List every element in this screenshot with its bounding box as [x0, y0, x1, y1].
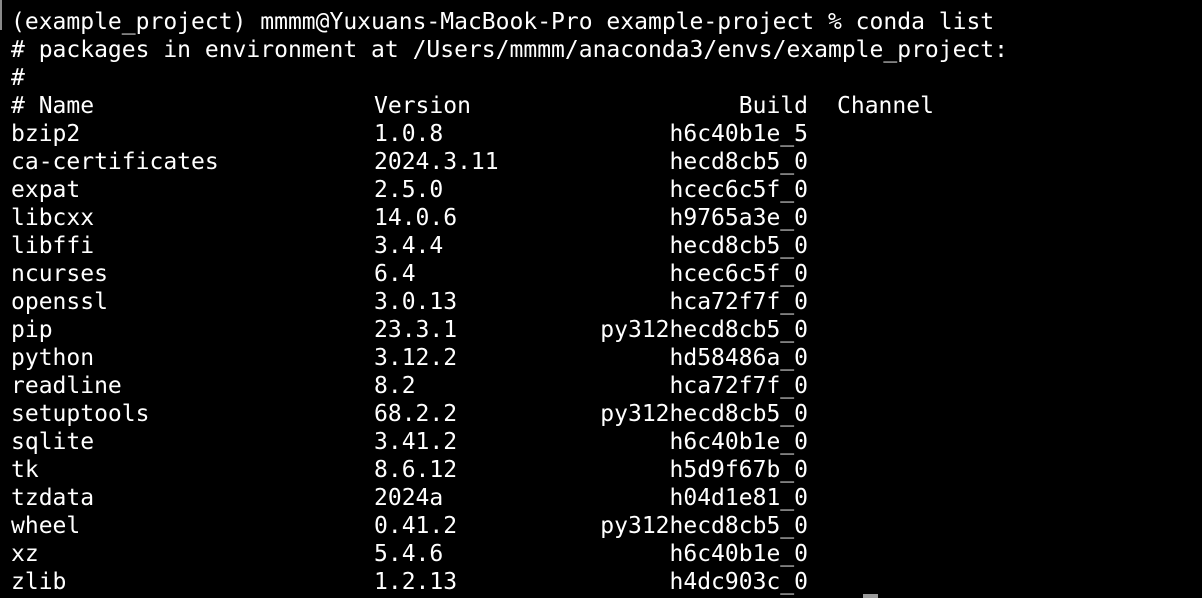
package-build: hca72f7f_0 — [669, 289, 808, 315]
package-version: 3.12.2 — [374, 345, 458, 371]
package-version: 68.2.2 — [374, 401, 458, 427]
header-build: Build — [738, 93, 808, 119]
table-header: # Name Version Build Channel — [11, 92, 1202, 120]
package-version: 3.41.2 — [374, 429, 458, 455]
package-name: expat — [11, 177, 81, 203]
package-name: python — [11, 345, 95, 371]
package-version: 8.2 — [374, 373, 416, 399]
package-name: ca-certificates — [11, 149, 219, 175]
prompt-line: (example_project) mmmm@Yuxuans-MacBook-P… — [11, 9, 995, 35]
package-name: readline — [11, 373, 122, 399]
table-row: expat 2.5.0 hcec6c5f_0 — [11, 176, 1202, 204]
package-version: 23.3.1 — [374, 317, 458, 343]
package-name: openssl — [11, 289, 108, 315]
package-version: 14.0.6 — [374, 205, 458, 231]
package-build: h04d1e81_0 — [669, 485, 808, 511]
table-row: tk 8.6.12 h5d9f67b_0 — [11, 456, 1202, 484]
selection-marker — [0, 0, 2, 30]
package-name: tk — [11, 457, 39, 483]
table-row: ncurses 6.4 hcec6c5f_0 — [11, 260, 1202, 288]
table-row: sqlite 3.41.2 h6c40b1e_0 — [11, 428, 1202, 456]
package-build: hd58486a_0 — [669, 345, 808, 371]
package-build: hca72f7f_0 — [669, 373, 808, 399]
table-row: xz 5.4.6 h6c40b1e_0 — [11, 540, 1202, 568]
package-name: setuptools — [11, 401, 150, 427]
package-version: 3.4.4 — [374, 233, 444, 259]
package-build: h9765a3e_0 — [669, 205, 808, 231]
package-name: bzip2 — [11, 121, 81, 147]
package-name: sqlite — [11, 429, 95, 455]
package-build: h5d9f67b_0 — [669, 457, 808, 483]
package-list: bzip2 1.0.8 h6c40b1e_5 ca-certificates 2024.… — [11, 120, 1202, 596]
package-name: ncurses — [11, 261, 108, 287]
package-build: h4dc903c_0 — [669, 569, 808, 595]
header-channel: Channel — [837, 93, 934, 119]
table-row: python 3.12.2 hd58486a_0 — [11, 344, 1202, 372]
table-row: libffi 3.4.4 hecd8cb5_0 — [11, 232, 1202, 260]
package-name: xz — [11, 541, 39, 567]
package-name: zlib — [11, 569, 67, 595]
package-name: pip — [11, 317, 53, 343]
table-row: bzip2 1.0.8 h6c40b1e_5 — [11, 120, 1202, 148]
package-version: 6.4 — [374, 261, 416, 287]
table-row: readline 8.2 hca72f7f_0 — [11, 372, 1202, 400]
header-version: Version — [374, 93, 471, 119]
package-build: py312hecd8cb5_0 — [600, 513, 808, 539]
terminal-output: (example_project) mmmm@Yuxuans-MacBook-P… — [11, 8, 1202, 596]
package-build: h6c40b1e_5 — [669, 121, 808, 147]
package-build: hcec6c5f_0 — [669, 177, 808, 203]
package-build: py312hecd8cb5_0 — [600, 317, 808, 343]
package-version: 1.0.8 — [374, 121, 444, 147]
package-version: 2024.3.11 — [374, 149, 499, 175]
package-build: h6c40b1e_0 — [669, 429, 808, 455]
package-name: libcxx — [11, 205, 95, 231]
package-version: 0.41.2 — [374, 513, 458, 539]
table-row: openssl 3.0.13 hca72f7f_0 — [11, 288, 1202, 316]
package-version: 2024a — [374, 485, 444, 511]
text-cursor — [863, 594, 878, 598]
package-version: 2.5.0 — [374, 177, 444, 203]
table-row: libcxx 14.0.6 h9765a3e_0 — [11, 204, 1202, 232]
package-version: 8.6.12 — [374, 457, 458, 483]
package-version: 3.0.13 — [374, 289, 458, 315]
package-version: 1.2.13 — [374, 569, 458, 595]
table-row: pip 23.3.1 py312hecd8cb5_0 — [11, 316, 1202, 344]
package-version: 5.4.6 — [374, 541, 444, 567]
table-row: zlib 1.2.13 h4dc903c_0 — [11, 568, 1202, 596]
package-build: hecd8cb5_0 — [669, 149, 808, 175]
table-row: setuptools 68.2.2 py312hecd8cb5_0 — [11, 400, 1202, 428]
package-build: hecd8cb5_0 — [669, 233, 808, 259]
table-row: tzdata 2024a h04d1e81_0 — [11, 484, 1202, 512]
table-row: ca-certificates 2024.3.11 hecd8cb5_0 — [11, 148, 1202, 176]
env-path-line: # packages in environment at /Users/mmmm… — [11, 37, 1008, 63]
comment-line: # — [11, 65, 25, 91]
package-build: hcec6c5f_0 — [669, 261, 808, 287]
package-build: h6c40b1e_0 — [669, 541, 808, 567]
header-name: # Name — [11, 93, 95, 119]
package-name: wheel — [11, 513, 81, 539]
terminal-window[interactable]: (example_project) mmmm@Yuxuans-MacBook-P… — [0, 0, 1202, 598]
package-name: tzdata — [11, 485, 95, 511]
package-name: libffi — [11, 233, 95, 259]
table-row: wheel 0.41.2 py312hecd8cb5_0 — [11, 512, 1202, 540]
package-build: py312hecd8cb5_0 — [600, 401, 808, 427]
